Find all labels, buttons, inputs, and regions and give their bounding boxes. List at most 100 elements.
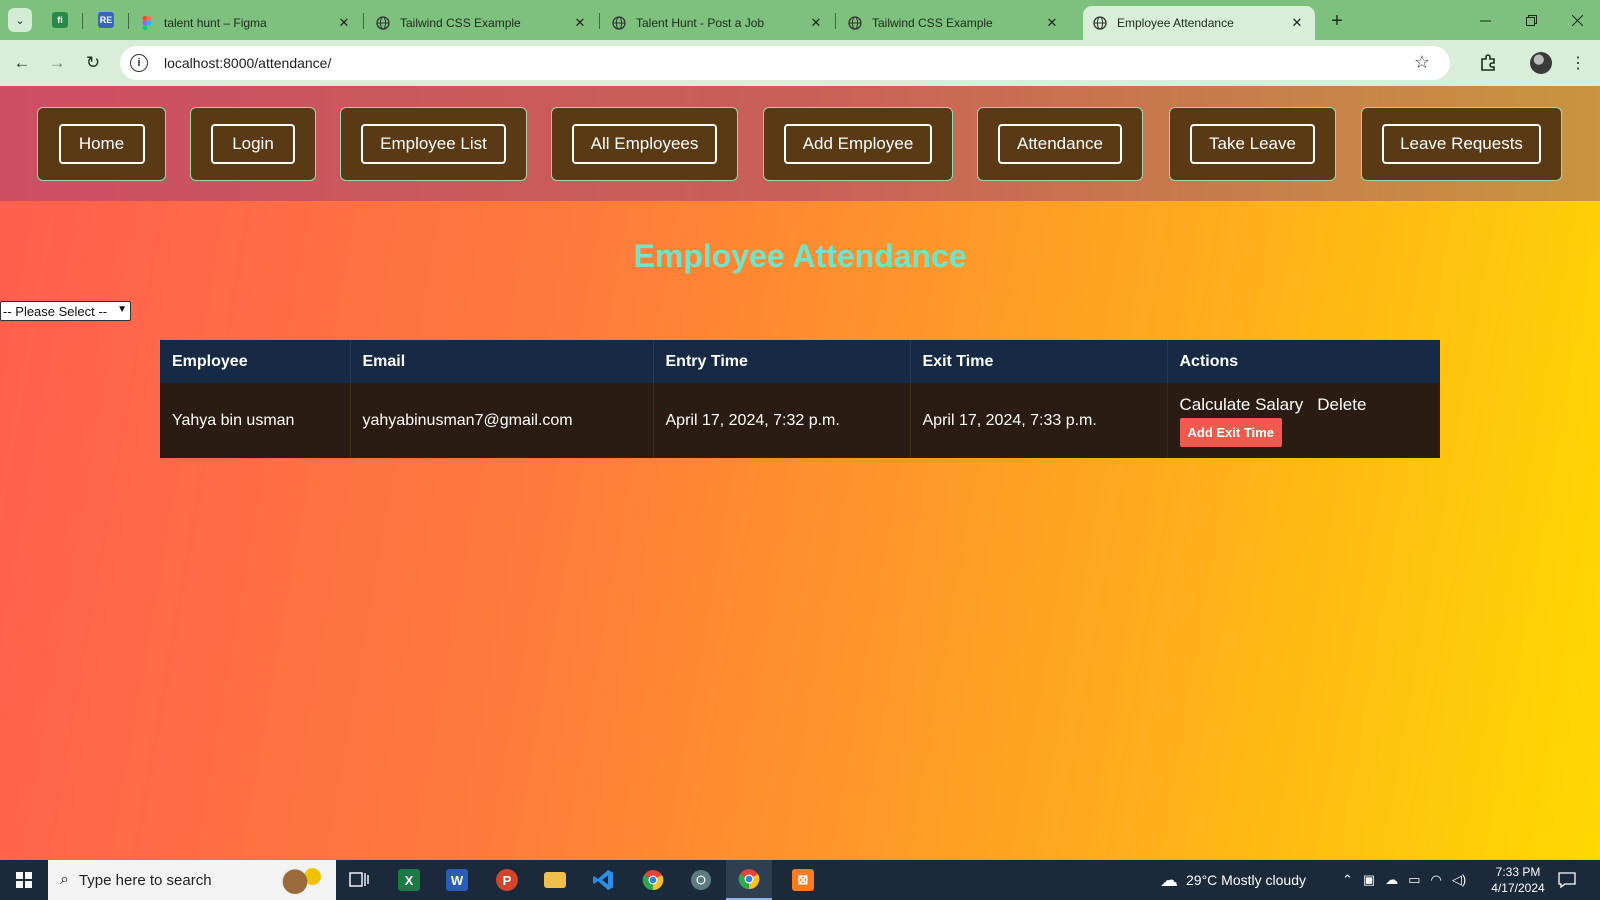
volume-icon[interactable]: ◁) [1452,872,1466,888]
nav-attendance-button[interactable]: Attendance [998,124,1122,164]
excel-app-icon[interactable]: X [386,860,432,900]
select-value: -- Please Select -- [3,303,108,319]
clock-time: 7:33 PM [1495,865,1541,879]
search-icon: ⌕ [60,871,69,888]
tab-tailwind-css-example[interactable]: Tailwind CSS Example ✕ [366,6,598,40]
column-header: Actions [1167,340,1440,383]
nav-login-button[interactable]: Login [211,124,295,164]
tab-title: Talent Hunt - Post a Job [636,16,765,30]
cell-actions: Calculate Salary Delete Add Exit Time [1167,383,1440,458]
calculate-salary-link[interactable]: Calculate Salary [1180,395,1304,415]
tab-separator [363,13,364,29]
address-bar[interactable]: i localhost:8000/attendance/ ☆ [120,46,1450,80]
nav-card-add-employee: Add Employee [763,107,953,181]
bookmark-star-icon[interactable]: ☆ [1414,52,1430,73]
nav-add-employee-button[interactable]: Add Employee [784,124,932,164]
table-header-row: Employee Email Entry Time Exit Time Acti… [160,340,1440,383]
actions-links: Calculate Salary Delete [1180,395,1429,415]
system-tray: ⌃ ▣ ☁ ▭ ◠ ◁) [1342,860,1466,900]
tab-title: Tailwind CSS Example [872,16,993,30]
tab-separator [82,13,83,29]
tray-chevron-up-icon[interactable]: ⌃ [1342,872,1353,888]
search-placeholder: Type here to search [78,871,212,889]
file-explorer-icon[interactable] [532,860,578,900]
cell-entry-time: April 17, 2024, 7:32 p.m. [653,383,911,458]
nav-card-take-leave: Take Leave [1169,107,1336,181]
re-favicon-icon: RE [98,12,114,28]
menu-kebab-icon[interactable]: ⋮ [1566,51,1590,75]
cell-exit-time: April 17, 2024, 7:33 p.m. [910,383,1168,458]
browser-toolbar: ← → ↻ i localhost:8000/attendance/ ☆ ⋮ [0,40,1600,86]
pinned-tab-figma[interactable]: fi [48,8,72,32]
extensions-puzzle-icon[interactable] [1476,51,1500,75]
nav-employee-list-button[interactable]: Employee List [361,124,506,164]
new-tab-plus-icon[interactable]: + [1325,9,1349,33]
url-text: localhost:8000/attendance/ [164,55,332,71]
tab-close-icon[interactable]: ✕ [1289,15,1305,31]
tab-separator [835,13,836,29]
employee-select-dropdown[interactable]: -- Please Select -- ▼ [0,301,131,321]
notification-center-icon[interactable] [1558,860,1576,900]
figma-favicon-icon: fi [52,12,68,28]
taskbar-clock[interactable]: 7:33 PM 4/17/2024 [1484,864,1552,896]
tab-close-icon[interactable]: ✕ [336,15,352,31]
cell-email: yahyabinusman7@gmail.com [350,383,654,458]
powerpoint-app-icon[interactable]: P [484,860,530,900]
chrome-profile-app-icon[interactable] [678,860,724,900]
clock-date: 4/17/2024 [1491,881,1545,895]
close-window-icon[interactable] [1554,0,1600,40]
tab-search-chevron-icon[interactable]: ⌄ [8,8,32,32]
profile-avatar[interactable] [1530,52,1552,74]
attendance-table: Employee Email Entry Time Exit Time Acti… [160,340,1440,458]
wifi-icon[interactable]: ◠ [1431,872,1442,888]
cloud-weather-icon: ☁ [1160,869,1178,890]
nav-take-leave-button[interactable]: Take Leave [1190,124,1315,164]
nav-card-employee-list: Employee List [340,107,527,181]
nav-card-login: Login [190,107,316,181]
task-view-icon[interactable] [336,860,382,900]
nav-card-home: Home [37,107,166,181]
weather-widget[interactable]: ☁ 29°C Mostly cloudy [1160,860,1306,900]
column-header: Entry Time [653,340,911,383]
nav-all-employees-button[interactable]: All Employees [572,124,717,164]
site-info-icon[interactable]: i [130,54,148,72]
table-row: Yahya bin usman yahyabinusman7@gmail.com… [160,383,1440,458]
page-body: Home Login Employee List All Employees A… [0,86,1600,860]
minimize-icon[interactable] [1462,0,1508,40]
vscode-app-icon[interactable] [580,860,626,900]
back-arrow-icon[interactable]: ← [10,51,34,75]
onedrive-cloud-icon[interactable]: ☁ [1385,872,1398,888]
chrome-active-app-icon[interactable] [726,860,772,900]
column-header: Employee [160,340,351,383]
xampp-app-icon[interactable]: ⊠ [780,860,826,900]
battery-icon[interactable]: ▭ [1408,872,1420,888]
tab-tailwind-css-example-2[interactable]: Tailwind CSS Example ✕ [838,6,1070,40]
chrome-app-icon[interactable] [630,860,676,900]
tab-close-icon[interactable]: ✕ [572,15,588,31]
windows-taskbar: ⌕ Type here to search X W P ⊠ ☁ 29°C Mos… [0,860,1600,900]
delete-link[interactable]: Delete [1317,395,1366,415]
reload-icon[interactable]: ↻ [81,51,105,75]
tab-close-icon[interactable]: ✕ [808,15,824,31]
top-navbar: Home Login Employee List All Employees A… [0,86,1600,201]
pinned-tab-re[interactable]: RE [94,8,118,32]
column-header: Email [350,340,654,383]
meet-now-icon[interactable]: ▣ [1363,872,1375,888]
globe-icon [376,16,390,30]
word-app-icon[interactable]: W [434,860,480,900]
tab-employee-attendance[interactable]: Employee Attendance ✕ [1083,6,1315,40]
column-header: Exit Time [910,340,1168,383]
globe-icon [612,16,626,30]
windows-start-icon[interactable] [0,860,48,900]
tab-talent-hunt-figma[interactable]: talent hunt – Figma ✕ [130,6,362,40]
figma-icon [140,16,154,30]
tab-close-icon[interactable]: ✕ [1044,15,1060,31]
add-exit-time-button[interactable]: Add Exit Time [1179,417,1282,447]
tab-separator [128,13,129,29]
nav-leave-requests-button[interactable]: Leave Requests [1382,124,1541,164]
tab-talent-hunt-post-a-job[interactable]: Talent Hunt - Post a Job ✕ [602,6,834,40]
forward-arrow-icon[interactable]: → [45,51,69,75]
nav-home-button[interactable]: Home [58,124,145,164]
taskbar-search-box[interactable]: ⌕ Type here to search [48,860,336,900]
restore-icon[interactable] [1508,0,1554,40]
